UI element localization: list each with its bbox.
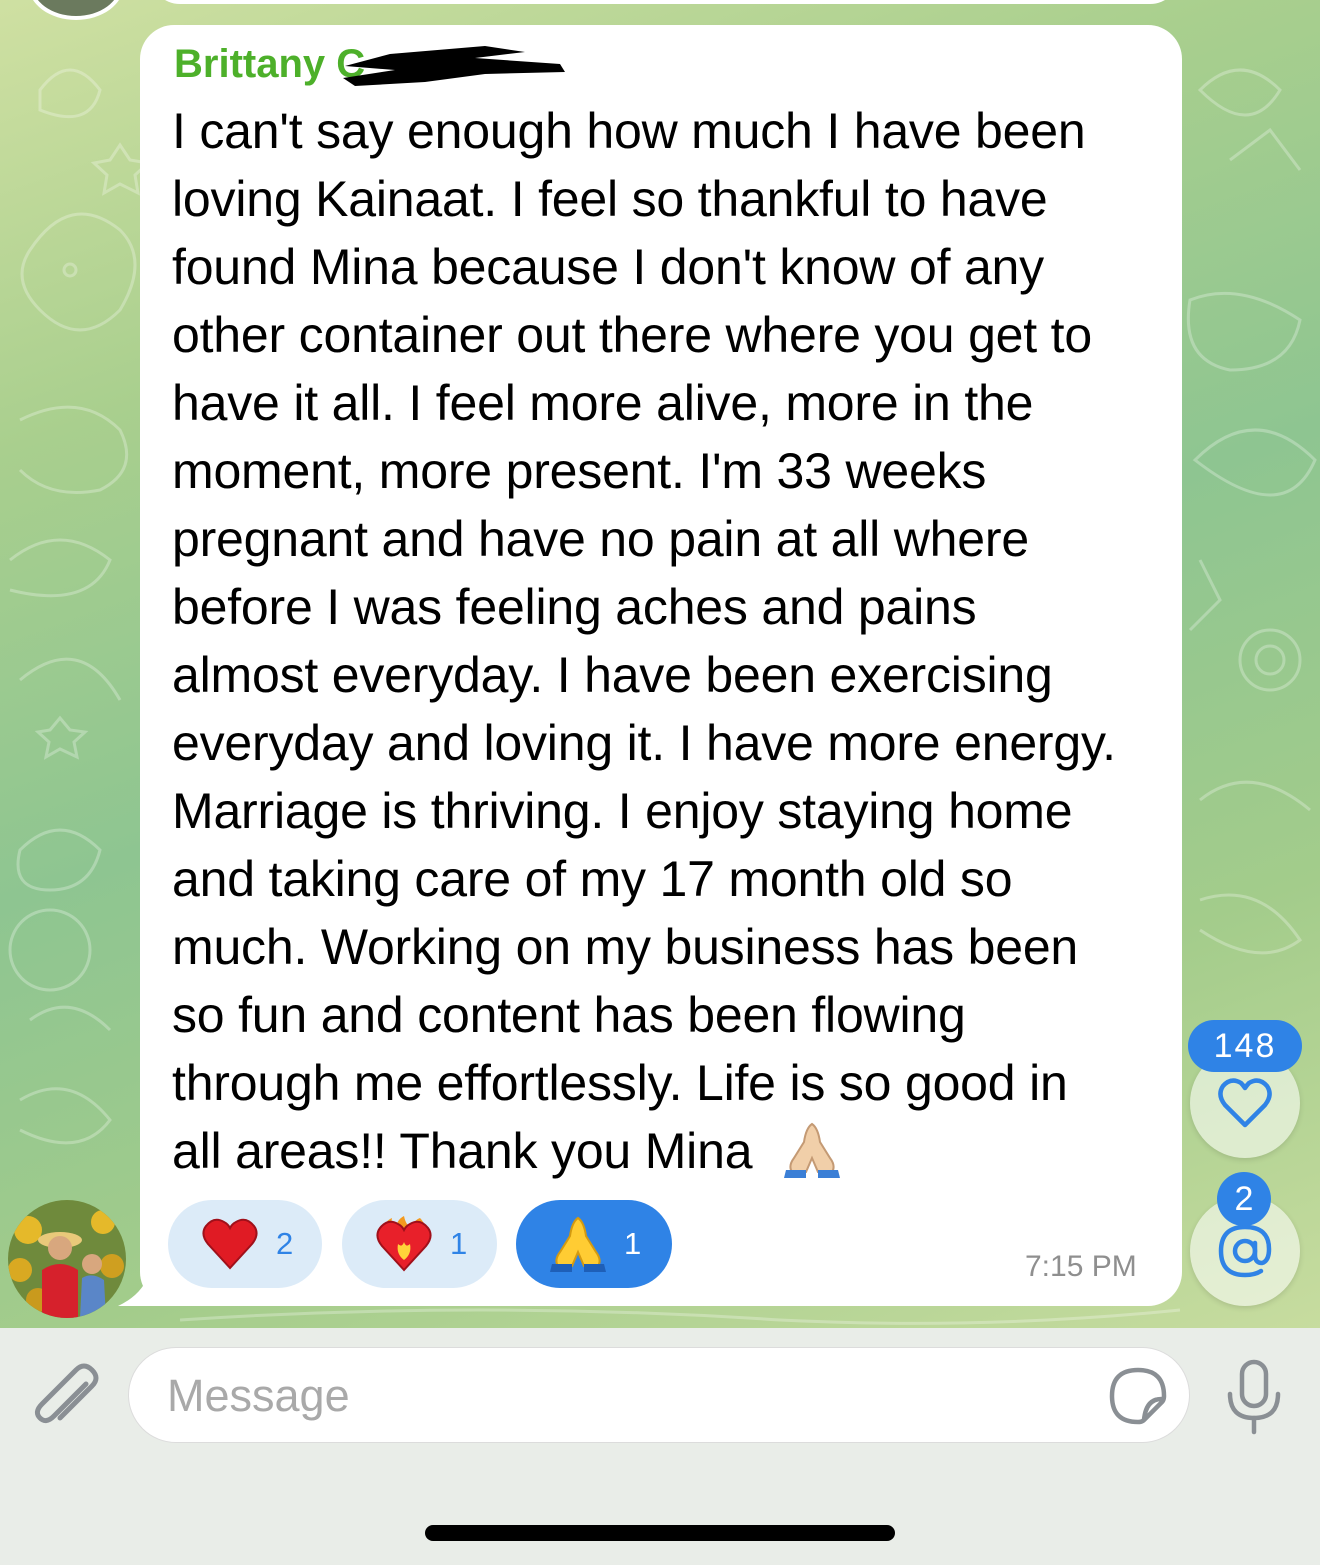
message-line: and taking care of my 17 month old so <box>172 851 1013 907</box>
folded-hands-emoji <box>784 1122 841 1178</box>
message-line: I can't say enough how much I have been <box>172 103 1086 159</box>
mentions-count-badge: 2 <box>1217 1172 1271 1226</box>
reaction-count: 1 <box>624 1226 642 1261</box>
message-line: loving Kainaat. I feel so thankful to ha… <box>172 171 1048 227</box>
message-input[interactable]: Message <box>128 1347 1190 1443</box>
reaction-red-heart[interactable]: 2 <box>168 1200 322 1288</box>
message-line: much. Working on my business has been <box>172 919 1079 975</box>
folded-hands-icon <box>550 1216 606 1272</box>
heart-on-fire-icon <box>376 1216 432 1272</box>
reactions-count-badge: 148 <box>1188 1020 1302 1072</box>
heart-outline-icon <box>1218 1078 1272 1128</box>
reaction-folded-hands[interactable]: 1 <box>516 1200 672 1288</box>
message-line: other container out there where you get … <box>172 307 1092 363</box>
home-indicator[interactable] <box>425 1525 895 1541</box>
message-line: Marriage is thriving. I enjoy staying ho… <box>172 783 1073 839</box>
reaction-count: 2 <box>276 1226 294 1261</box>
message-line: pregnant and have no pain at all where <box>172 511 1029 567</box>
message-line: moment, more present. I'm 33 weeks <box>172 443 987 499</box>
at-icon <box>1218 1224 1272 1278</box>
message-line: almost everyday. I have been exercising <box>172 647 1053 703</box>
message-line: before I was feeling aches and pains <box>172 579 977 635</box>
reaction-heart-on-fire[interactable]: 1 <box>342 1200 497 1288</box>
message-line: through me effortlessly. Life is so good… <box>172 1055 1068 1111</box>
message-line: have it all. I feel more alive, more in … <box>172 375 1034 431</box>
sender-avatar[interactable] <box>8 1200 126 1318</box>
reaction-count: 1 <box>450 1226 468 1261</box>
sticker-icon[interactable] <box>1108 1366 1168 1426</box>
redaction-mark <box>343 46 565 86</box>
message-last-line-text: all areas!! Thank you Mina <box>172 1123 753 1179</box>
previous-message-bubble <box>150 0 1180 4</box>
message-line: found Mina because I don't know of any <box>172 239 1044 295</box>
paperclip-icon[interactable] <box>28 1356 102 1434</box>
message-line: so fun and content has been flowing <box>172 987 966 1043</box>
microphone-icon[interactable] <box>1222 1358 1286 1438</box>
red-heart-icon <box>202 1218 258 1270</box>
message-line: all areas!! Thank you Mina <box>172 1117 1157 1185</box>
message-text: I can't say enough how much I have been … <box>172 97 1157 1185</box>
message-line: everyday and loving it. I have more ener… <box>172 715 1116 771</box>
message-timestamp: 7:15 PM <box>1025 1250 1137 1283</box>
message-input-placeholder: Message <box>167 1370 350 1421</box>
